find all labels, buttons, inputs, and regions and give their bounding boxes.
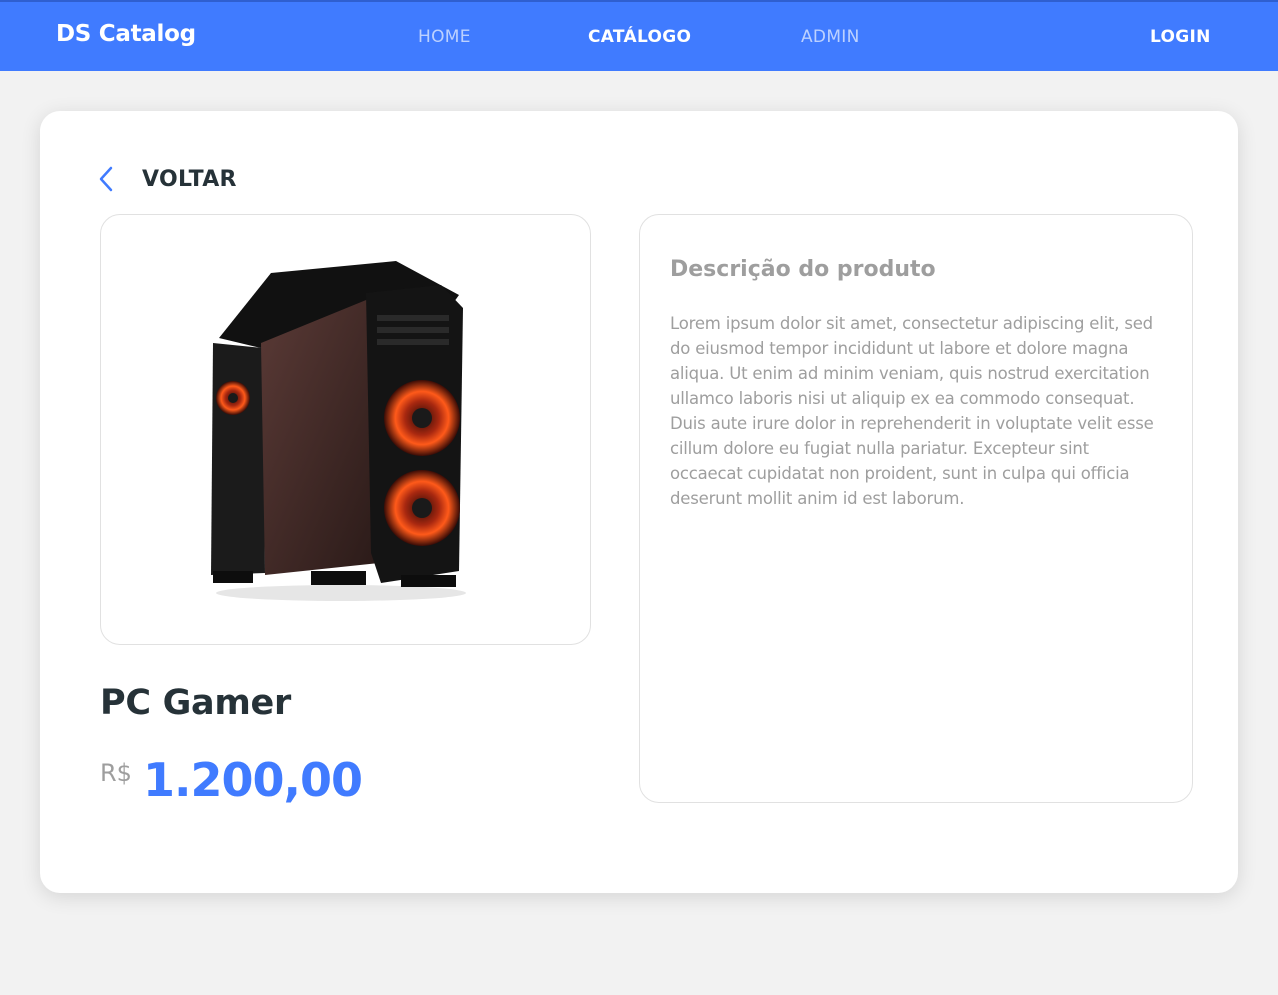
nav-catalog-link[interactable]: CATÁLOGO: [588, 27, 691, 47]
product-details-card: VOLTAR PC Gamer R$ 1.200,00 Descrição do…: [40, 111, 1238, 893]
description-text: Lorem ipsum dolor sit amet, consectetur …: [670, 314, 1154, 508]
pc-case-image: [211, 261, 466, 601]
chevron-left-icon: [99, 166, 113, 192]
product-price: 1.200,00: [143, 753, 363, 807]
currency-symbol: R$: [100, 759, 132, 787]
nav-admin-link[interactable]: ADMIN: [801, 27, 860, 47]
back-button[interactable]: VOLTAR: [98, 163, 237, 195]
product-name: PC Gamer: [100, 683, 291, 723]
brand-logo[interactable]: DS Catalog: [56, 21, 196, 47]
back-label: VOLTAR: [142, 166, 237, 192]
nav-login-link[interactable]: LOGIN: [1150, 27, 1211, 47]
description-card: Descrição do produto Lorem ipsum dolor s…: [639, 214, 1193, 803]
nav-home-link[interactable]: HOME: [418, 27, 471, 47]
description-title: Descrição do produto: [670, 257, 936, 282]
product-image-container: [100, 214, 591, 645]
navbar: DS Catalog HOME CATÁLOGO ADMIN LOGIN: [0, 0, 1278, 71]
